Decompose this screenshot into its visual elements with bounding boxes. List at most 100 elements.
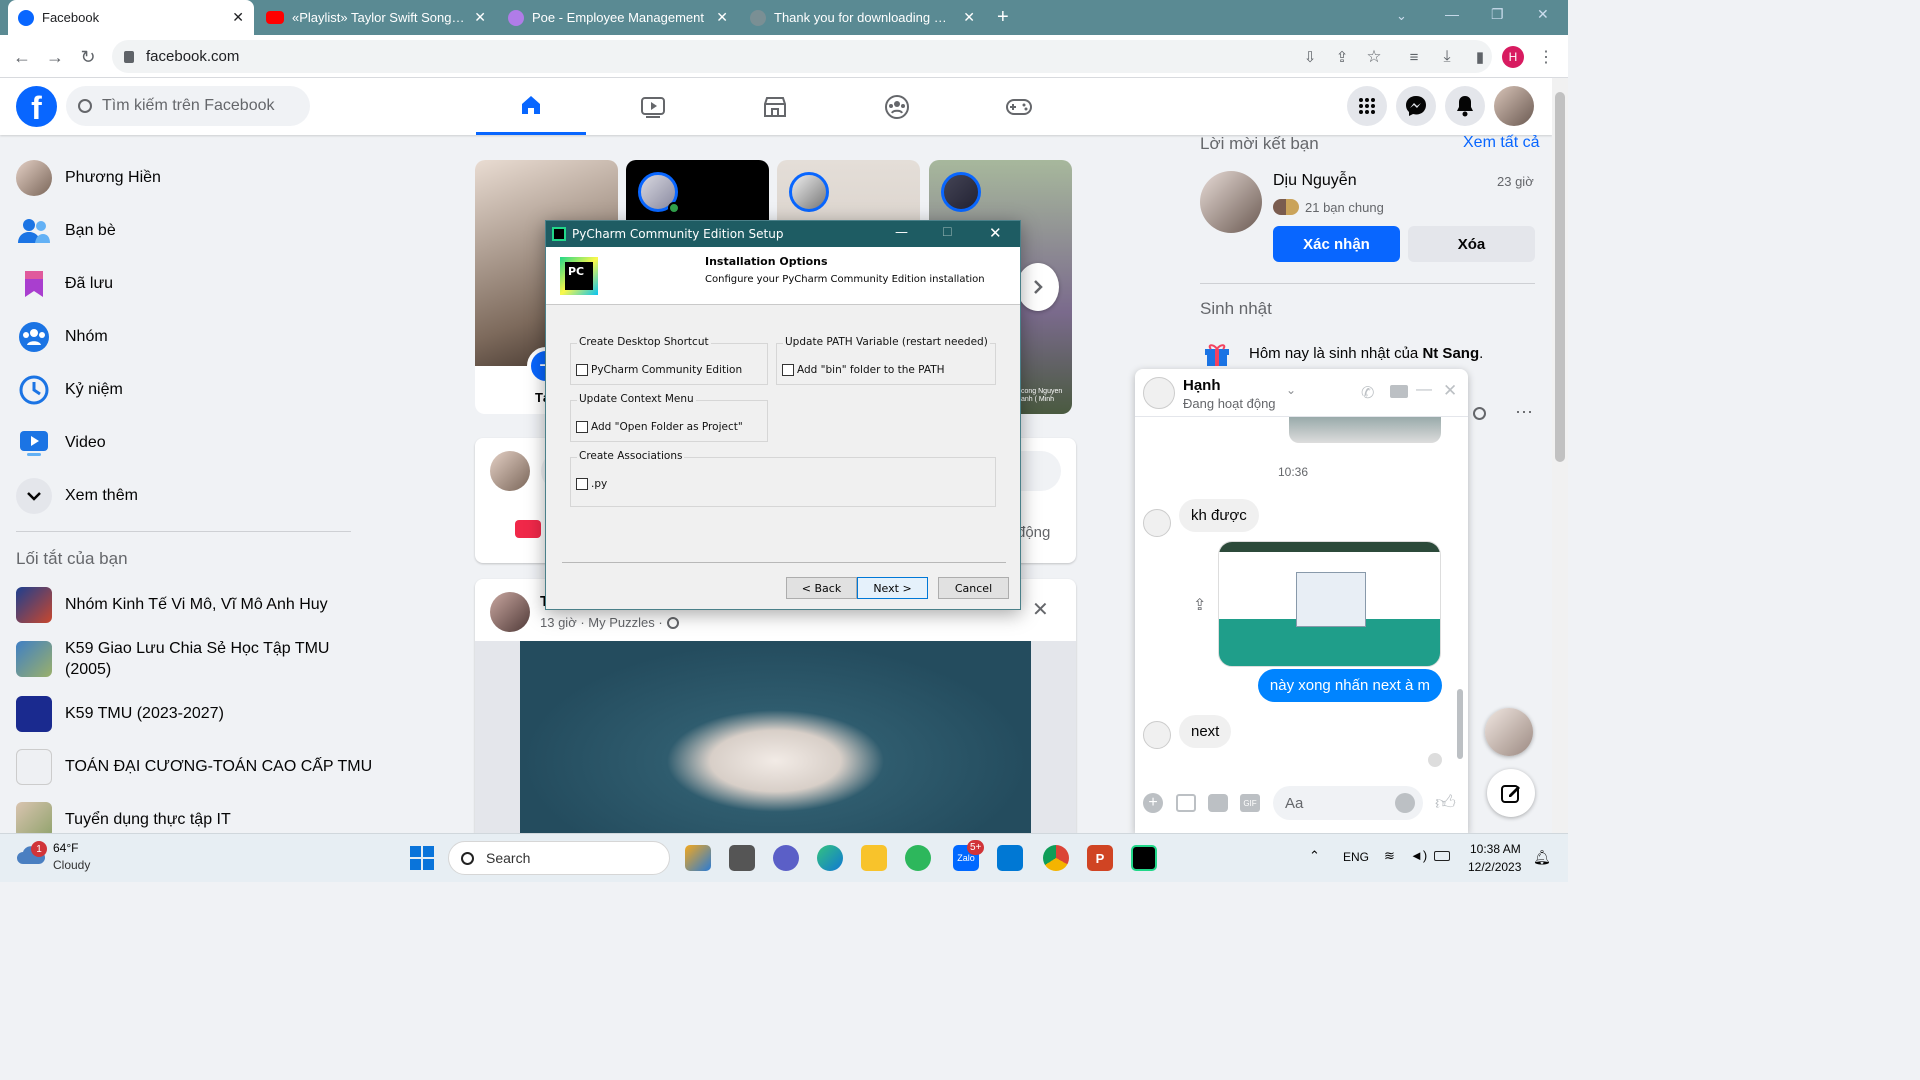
volume-icon[interactable]: ◄)	[1410, 848, 1427, 863]
tab-youtube[interactable]: «Playlist» Taylor Swift Songs Playlist ✕	[256, 0, 496, 35]
battery-icon[interactable]	[1434, 851, 1450, 861]
cancel-button[interactable]: Cancel	[938, 577, 1009, 599]
shortcut-item[interactable]: K59 Giao Lưu Chia Sẻ Học Tập TMU (2005)	[16, 638, 346, 680]
checkbox-box[interactable]	[782, 364, 794, 376]
address-bar[interactable]: facebook.com	[112, 40, 1492, 73]
forward-button[interactable]: →	[41, 43, 69, 71]
dialog-minimize-button[interactable]: —	[895, 225, 908, 240]
messenger-button[interactable]	[1396, 86, 1436, 126]
dialog-close-button[interactable]: ✕	[989, 224, 1002, 242]
app-icon[interactable]	[685, 845, 711, 871]
downloads-icon[interactable]: ⤓	[1433, 43, 1461, 71]
sidebar-item-see-more[interactable]: Xem thêm	[16, 478, 138, 514]
side-panel-icon[interactable]: ▮	[1466, 43, 1494, 71]
open-folder-project-checkbox[interactable]: Add "Open Folder as Project"	[576, 421, 743, 433]
chat-avatar[interactable]	[1143, 377, 1175, 409]
sidebar-item-groups[interactable]: Nhóm	[16, 319, 108, 355]
friend-request-name[interactable]: Dịu Nguyễn	[1273, 172, 1357, 190]
file-explorer-icon[interactable]	[861, 845, 887, 871]
menu-kebab-icon[interactable]: ⋮	[1532, 43, 1560, 71]
pycharm-taskbar-icon[interactable]	[1131, 845, 1157, 871]
pycharm-shortcut-checkbox[interactable]: PyCharm Community Edition	[576, 364, 742, 376]
back-button[interactable]: < Back	[786, 577, 857, 599]
back-button[interactable]: ←	[8, 43, 36, 71]
gif-icon[interactable]: GIF	[1240, 794, 1260, 812]
share-icon[interactable]: ⇪	[1193, 595, 1206, 615]
chat-scrollbar[interactable]	[1455, 419, 1465, 769]
close-tab-icon[interactable]: ✕	[474, 9, 486, 26]
sidebar-item-friends[interactable]: Bạn bè	[16, 213, 116, 249]
windows-start-icon[interactable]	[410, 846, 434, 870]
reload-button[interactable]: ↻	[74, 43, 102, 71]
page-scrollbar[interactable]	[1552, 78, 1568, 833]
vscode-icon[interactable]	[997, 845, 1023, 871]
facebook-logo-icon[interactable]: f	[16, 86, 57, 127]
notification-bell-icon[interactable]: 🔔︎	[1533, 849, 1551, 866]
chat-chevron-icon[interactable]: ⌄	[1286, 383, 1296, 397]
see-all-link[interactable]: Xem tất cả	[1463, 134, 1539, 152]
delete-button[interactable]: Xóa	[1408, 226, 1535, 262]
hide-post-close-icon[interactable]: ✕	[1032, 597, 1049, 622]
checkbox-box[interactable]	[576, 478, 588, 490]
task-view-icon[interactable]	[729, 845, 755, 871]
live-video-icon[interactable]	[515, 520, 541, 538]
clock-date[interactable]: 12/2/2023	[1468, 860, 1521, 874]
close-window-button[interactable]: ✕	[1537, 6, 1549, 23]
chat-name[interactable]: Hạnh	[1183, 377, 1221, 394]
video-call-icon[interactable]	[1390, 385, 1408, 398]
next-button[interactable]: Next >	[857, 577, 928, 599]
nav-marketplace-tab[interactable]	[720, 78, 830, 135]
phone-icon[interactable]: ✆	[1361, 383, 1374, 403]
friend-request-avatar[interactable]	[1200, 171, 1262, 233]
minimize-chat-icon[interactable]: —	[1416, 381, 1432, 399]
close-chat-icon[interactable]: ✕	[1443, 381, 1457, 401]
sidebar-item-memories[interactable]: Kỷ niệm	[16, 372, 123, 408]
maximize-button[interactable]: ❐	[1491, 6, 1504, 23]
composer-action-label[interactable]: động	[1017, 524, 1050, 541]
add-bin-path-checkbox[interactable]: Add "bin" folder to the PATH	[782, 364, 945, 376]
stories-next-button[interactable]	[1017, 263, 1059, 311]
minimize-button[interactable]: —	[1445, 6, 1459, 22]
bookmark-star-icon[interactable]: ☆	[1360, 43, 1388, 71]
sidebar-item-video[interactable]: Video	[16, 425, 106, 461]
sidebar-item-profile[interactable]: Phương Hiền	[16, 160, 161, 196]
input-language[interactable]: ENG	[1343, 850, 1369, 864]
share-icon[interactable]: ⇪	[1328, 43, 1356, 71]
nav-video-tab[interactable]	[598, 78, 708, 135]
nav-gaming-tab[interactable]	[964, 78, 1074, 135]
edge-icon[interactable]	[817, 845, 843, 871]
scrollbar-thumb[interactable]	[1555, 92, 1565, 462]
powerpoint-icon[interactable]: P	[1087, 845, 1113, 871]
chat-screenshot-message[interactable]	[1218, 541, 1441, 667]
reading-list-icon[interactable]: ≡	[1400, 43, 1428, 71]
tab-facebook[interactable]: Facebook ✕	[8, 0, 254, 35]
weather-desc[interactable]: Cloudy	[53, 858, 90, 872]
wifi-icon[interactable]: ≋	[1384, 848, 1395, 864]
emoji-icon[interactable]	[1395, 793, 1415, 813]
notifications-button[interactable]	[1445, 86, 1485, 126]
profile-avatar[interactable]: H	[1499, 43, 1527, 71]
nav-groups-tab[interactable]	[842, 78, 952, 135]
install-app-icon[interactable]: ⇩	[1296, 43, 1324, 71]
weather-temp[interactable]: 64°F	[53, 841, 78, 855]
close-tab-icon[interactable]: ✕	[963, 9, 975, 26]
shortcut-item[interactable]: K59 TMU (2023-2027)	[16, 696, 224, 732]
new-message-button[interactable]	[1487, 769, 1535, 817]
py-association-checkbox[interactable]: .py	[576, 478, 607, 490]
shortcut-item[interactable]: Nhóm Kinh Tế Vi Mô, Vĩ Mô Anh Huy	[16, 587, 328, 623]
chat-image-message[interactable]	[1289, 417, 1441, 443]
post-image[interactable]	[520, 641, 1031, 833]
close-tab-icon[interactable]: ✕	[232, 9, 244, 26]
menu-grid-button[interactable]	[1347, 86, 1387, 126]
chat-head-avatar[interactable]	[1485, 708, 1533, 756]
birthday-name[interactable]: Nt Sang	[1422, 345, 1479, 362]
checkbox-box[interactable]	[576, 421, 588, 433]
app-icon[interactable]	[905, 845, 931, 871]
like-thumb-icon[interactable]: 👍︎	[1435, 791, 1456, 815]
nav-home-tab[interactable]	[476, 78, 586, 135]
sticker-icon[interactable]	[1208, 794, 1228, 812]
clock-time[interactable]: 10:38 AM	[1470, 842, 1521, 856]
facebook-search-input[interactable]: Tìm kiếm trên Facebook	[66, 86, 310, 126]
post-author-avatar[interactable]	[490, 592, 530, 632]
taskbar-search-box[interactable]: Search	[448, 841, 670, 875]
